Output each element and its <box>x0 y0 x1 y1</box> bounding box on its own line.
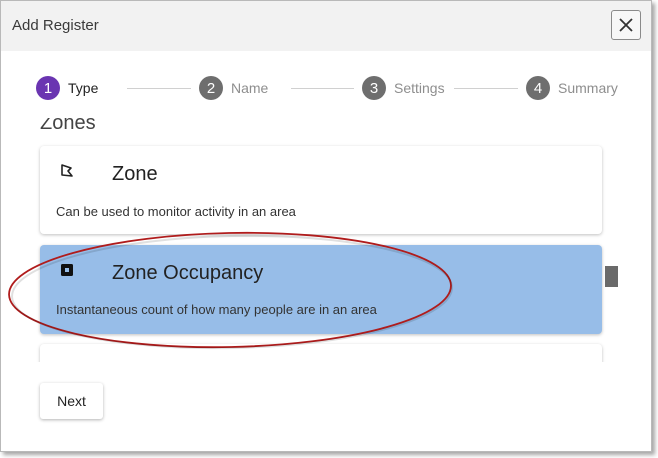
zone-polygon-icon <box>61 164 73 177</box>
dialog-titlebar: Add Register <box>1 1 651 51</box>
register-type-card-zone[interactable]: Zone Can be used to monitor activity in … <box>40 146 602 234</box>
register-type-list[interactable]: Zones Zone Can be used to monitor activi… <box>1 118 651 362</box>
card-title: Zone Occupancy <box>112 262 264 284</box>
step-connector <box>291 88 354 89</box>
step-number: 4 <box>526 76 550 100</box>
step-connector <box>454 88 518 89</box>
step-label: Summary <box>558 80 618 96</box>
step-settings[interactable]: 3 Settings <box>362 75 445 101</box>
step-label: Type <box>68 80 99 96</box>
step-label: Name <box>231 80 269 96</box>
step-connector <box>127 88 191 89</box>
partial-item-icon <box>59 361 75 362</box>
register-type-card-zone-occupancy[interactable]: Zone Occupancy Instantaneous count of ho… <box>40 245 602 334</box>
close-button[interactable] <box>611 10 641 40</box>
step-name[interactable]: 2 Name <box>199 75 268 101</box>
step-number: 3 <box>362 76 386 100</box>
scrollbar-thumb[interactable] <box>605 266 618 287</box>
card-description: Can be used to monitor activity in an ar… <box>56 204 296 219</box>
step-number: 2 <box>199 76 223 100</box>
zone-occupancy-icon <box>61 264 73 276</box>
step-summary[interactable]: 4 Summary <box>526 75 618 101</box>
group-heading: Zones <box>40 118 96 134</box>
step-type[interactable]: 1 Type <box>36 75 98 101</box>
dialog-title: Add Register <box>12 17 99 34</box>
register-type-card-partial[interactable] <box>40 344 602 362</box>
close-icon <box>619 18 633 32</box>
step-label: Settings <box>394 80 445 96</box>
add-register-dialog: Add Register 1 Type 2 Name 3 Settings 4 … <box>0 0 652 452</box>
step-number: 1 <box>36 76 60 100</box>
stepper: 1 Type 2 Name 3 Settings 4 Summary <box>1 75 651 103</box>
next-button[interactable]: Next <box>40 383 103 419</box>
card-title: Zone <box>112 163 158 185</box>
card-description: Instantaneous count of how many people a… <box>56 302 377 317</box>
